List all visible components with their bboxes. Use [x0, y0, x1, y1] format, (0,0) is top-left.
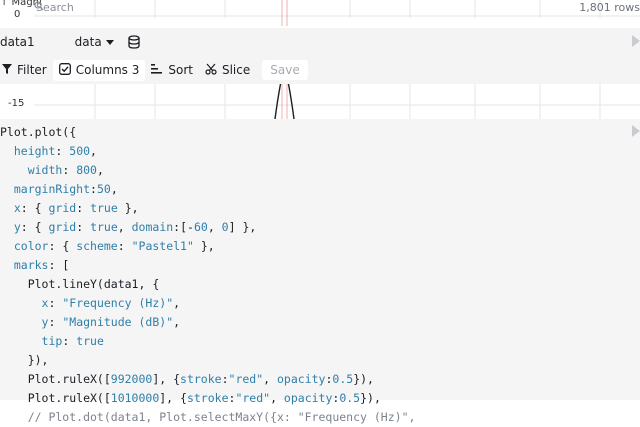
code-line[interactable]: y: { grid: true, domain:[-60, 0] }, — [0, 220, 256, 234]
checkbox-icon — [58, 62, 71, 78]
sort-button[interactable]: Sort — [145, 60, 199, 80]
code-line[interactable]: y: "Magnitude (dB)", — [0, 315, 181, 329]
run-cell-icon[interactable] — [632, 35, 640, 47]
code-block[interactable]: Plot.plot({ height: 500, width: 800, mar… — [0, 119, 640, 427]
database-icon[interactable] — [128, 35, 140, 49]
search-field[interactable]: Search — [34, 1, 74, 14]
code-line[interactable]: width: 800, — [0, 163, 104, 177]
run-cell-icon[interactable] — [632, 125, 640, 137]
sort-icon — [151, 63, 163, 77]
code-line[interactable]: color: { scheme: "Pastel1" }, — [0, 239, 215, 253]
columns-button[interactable]: Columns 3 — [52, 59, 146, 81]
data-table-header: data1 data — [0, 28, 640, 56]
save-button[interactable]: Save — [262, 60, 308, 80]
code-line[interactable]: x: { grid: true }, — [0, 201, 139, 215]
table-toolbar: Filter Columns 3 Sort Slice Save — [0, 56, 640, 84]
columns-label: Columns 3 — [75, 63, 140, 77]
source-label: data — [74, 35, 102, 49]
code-line[interactable]: Plot.ruleX([1010000], {stroke:"red", opa… — [0, 391, 381, 405]
row-count: 1,801 rows — [579, 1, 640, 14]
slice-label: Slice — [221, 63, 251, 77]
series-line-right — [287, 84, 295, 119]
code-line[interactable]: marginRight:50, — [0, 182, 118, 196]
code-line[interactable]: Plot.plot({ — [0, 125, 76, 139]
code-line[interactable]: x: "Frequency (Hz)", — [0, 296, 181, 310]
chart-grid — [34, 84, 640, 119]
slice-button[interactable]: Slice — [199, 60, 256, 81]
code-line[interactable]: }), — [0, 353, 49, 367]
source-dropdown[interactable]: data — [75, 35, 114, 49]
filter-label: Filter — [17, 63, 47, 77]
code-editor[interactable]: Plot.plot({ height: 500, width: 800, mar… — [0, 119, 640, 424]
y-tick-label: 0 — [14, 9, 21, 20]
code-line[interactable]: // Plot.dot(data1, Plot.selectMaxY({x: "… — [0, 410, 416, 424]
code-line[interactable]: Plot.lineY(data1, { — [0, 277, 160, 291]
chart-top-grid — [34, 0, 640, 26]
code-line[interactable]: height: 500, — [0, 144, 97, 158]
chart-preview: -15 — [0, 84, 640, 119]
scissors-icon — [205, 63, 217, 78]
code-line[interactable]: marks: [ — [0, 258, 69, 272]
y-tick-label: -15 — [8, 98, 25, 109]
sort-label: Sort — [168, 63, 193, 77]
chart-top-strip: ↑ Magni 0 Search 1,801 rows — [0, 0, 640, 27]
series-line-left — [274, 84, 282, 119]
filter-button[interactable]: Filter — [0, 60, 53, 80]
code-line[interactable]: tip: true — [0, 334, 104, 348]
caret-down-icon — [105, 35, 114, 49]
filter-icon — [2, 63, 12, 77]
code-line[interactable]: Plot.ruleX([992000], {stroke:"red", opac… — [0, 372, 374, 386]
variable-name[interactable]: data1 — [0, 35, 35, 49]
